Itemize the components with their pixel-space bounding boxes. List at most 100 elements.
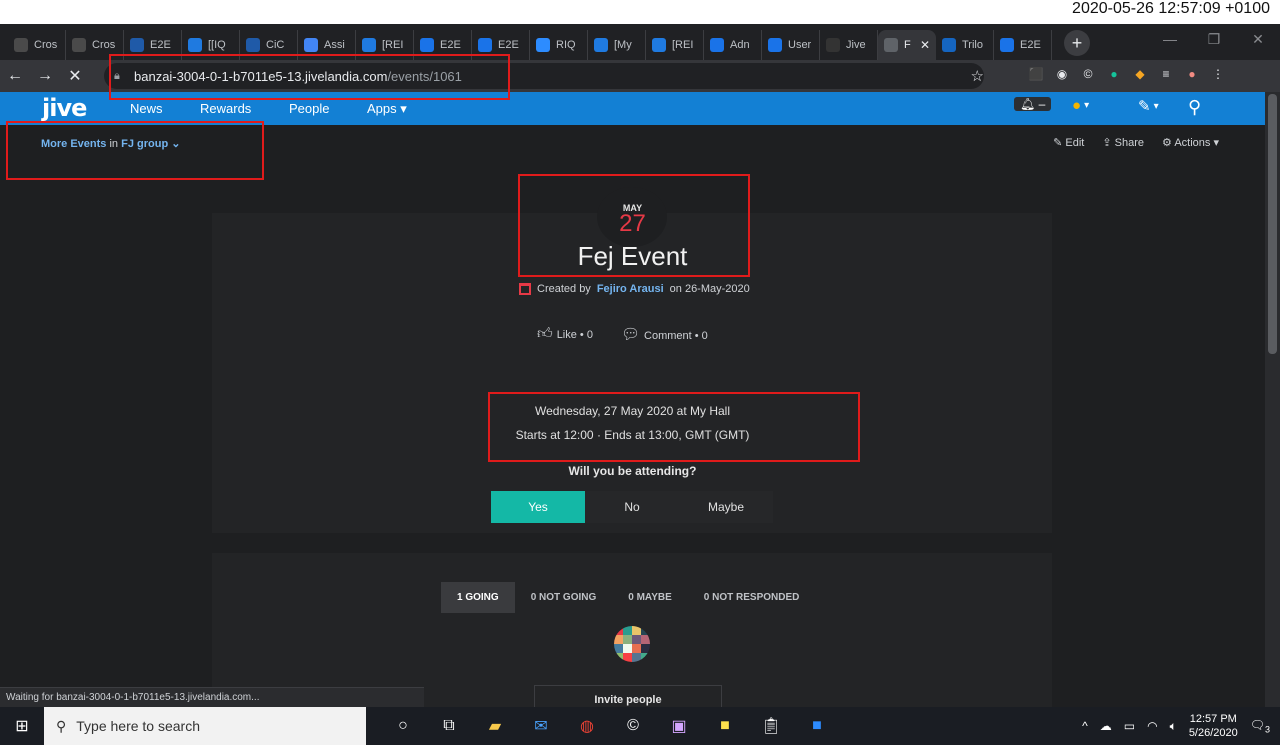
restore-icon[interactable]: ❐	[1192, 24, 1236, 54]
nav-people[interactable]: People	[289, 101, 329, 116]
attendee-avatar[interactable]	[614, 626, 650, 662]
browser-menu-icon[interactable]: ⋮	[1210, 66, 1226, 82]
author-link[interactable]: Fejiro Arausi	[597, 283, 664, 295]
browser-tab[interactable]: Cros	[8, 30, 66, 60]
share-button[interactable]: ⇪ Share	[1102, 136, 1144, 149]
zoom-icon[interactable]: ■	[794, 707, 840, 745]
browser-tab[interactable]: [My	[588, 30, 646, 60]
task-view-icon[interactable]: ⧉	[426, 707, 472, 745]
pdf-extension-icon[interactable]: ⬛	[1028, 66, 1044, 82]
highlight-title	[518, 174, 750, 277]
nav-rewards[interactable]: Rewards	[200, 101, 251, 116]
taskbar-apps: ○ ⧉ ▰ ✉ ◍ © ▣ ■ 📋︎ ■	[380, 707, 840, 745]
tab-favicon-icon	[304, 38, 318, 52]
user-menu-button[interactable]: ● ▾	[1072, 97, 1089, 114]
browser-tab[interactable]: E2E	[994, 30, 1052, 60]
rsvp-no-button[interactable]: No	[585, 491, 679, 523]
chevron-up-icon[interactable]: ^	[1082, 719, 1088, 733]
bookmark-star-icon[interactable]: ☆	[971, 67, 984, 85]
forward-icon[interactable]: →	[30, 67, 60, 85]
windows-start-icon[interactable]: ⊞	[0, 716, 44, 736]
clock-date: 5/26/2020	[1188, 727, 1238, 739]
profile-avatar-icon[interactable]: ●	[1184, 66, 1200, 82]
wifi-icon[interactable]: ◠	[1147, 719, 1157, 733]
browser-tab[interactable]: Jive	[820, 30, 878, 60]
teams-icon[interactable]: ▣	[656, 707, 702, 745]
tab-label: [[IQ	[208, 39, 226, 51]
file-explorer-icon[interactable]: ▰	[472, 707, 518, 745]
content-actions: ✎ Edit ⇪ Share ⚙ Actions ▾	[1053, 136, 1219, 149]
tab-favicon-icon	[478, 38, 492, 52]
scrollbar-thumb[interactable]	[1268, 94, 1277, 354]
rsvp-yes-button[interactable]: Yes	[491, 491, 585, 523]
tab-not-going[interactable]: 0 NOT GOING	[515, 582, 613, 613]
tab-favicon-icon	[652, 38, 666, 52]
tab-label: Cros	[34, 39, 58, 51]
tab-label: Assi	[324, 39, 345, 51]
attendance-tabs: 1 GOING 0 NOT GOING 0 MAYBE 0 NOT RESPON…	[441, 582, 815, 613]
highlight-breadcrumb	[6, 121, 264, 180]
tab-label: RIQ	[556, 39, 576, 51]
search-button[interactable]: ⚲	[1188, 97, 1201, 118]
created-by-line: Created by Fejiro Arausi on 26-May-2020	[519, 283, 750, 295]
social-actions: 👍︎ Like • 0 💬︎ Comment • 0	[537, 325, 708, 343]
tab-maybe[interactable]: 0 MAYBE	[612, 582, 688, 613]
reading-list-icon[interactable]: ≡	[1158, 66, 1174, 82]
incognito-extension-icon[interactable]: ◉	[1054, 66, 1070, 82]
tab-label: Cros	[92, 39, 116, 51]
tab-close-icon[interactable]: ✕	[920, 38, 930, 52]
new-tab-button[interactable]: +	[1064, 30, 1090, 56]
edit-icon: ✎	[1053, 137, 1063, 149]
nav-news[interactable]: News	[130, 101, 163, 116]
windows-taskbar: ⊞ ⚲ Type here to search ○ ⧉ ▰ ✉ ◍ © ▣ ■ …	[0, 707, 1280, 745]
tab-label: E2E	[498, 39, 519, 51]
battery-icon[interactable]: ▭	[1124, 719, 1135, 733]
sticky-notes-icon[interactable]: ■	[702, 707, 748, 745]
volume-icon[interactable]: 🔈︎	[1170, 719, 1177, 734]
tab-not-responded[interactable]: 0 NOT RESPONDED	[688, 582, 816, 613]
tab-favicon-icon	[826, 38, 840, 52]
highlight-datetime	[488, 392, 860, 462]
taskbar-search-input[interactable]: ⚲ Type here to search	[44, 707, 366, 745]
minimize-icon[interactable]: —	[1148, 24, 1192, 54]
rsvp-maybe-button[interactable]: Maybe	[679, 491, 773, 523]
back-icon[interactable]: ←	[0, 67, 30, 85]
system-tray: ^ ☁ ▭ ◠ 🔈︎ 12:57 PM 5/26/2020 🗨︎3	[1082, 707, 1280, 745]
notifications-button[interactable]: 🔔︎ –	[1014, 97, 1052, 111]
actions-menu-button[interactable]: ⚙ Actions ▾	[1162, 136, 1219, 149]
mail-icon[interactable]: ✉	[518, 707, 564, 745]
clipboard-app-icon[interactable]: 📋︎	[748, 707, 794, 745]
tab-favicon-icon	[14, 38, 28, 52]
comment-count: 0	[701, 330, 708, 342]
created-prefix: Created by	[537, 283, 591, 295]
like-button[interactable]: 👍︎ Like • 0	[537, 325, 593, 343]
network-icon[interactable]: ☁	[1100, 719, 1112, 733]
edit-button[interactable]: ✎ Edit	[1053, 136, 1084, 149]
tab-favicon-icon	[362, 38, 376, 52]
browser-tab[interactable]: Adn	[704, 30, 762, 60]
c-app-icon[interactable]: ©	[610, 707, 656, 745]
create-button[interactable]: ✎ ▾	[1138, 97, 1159, 115]
browser-tab[interactable]: User	[762, 30, 820, 60]
tab-going[interactable]: 1 GOING	[441, 582, 515, 613]
stop-loading-icon[interactable]: ✕	[60, 66, 90, 86]
browser-tab[interactable]: F ✕	[878, 30, 936, 60]
grammarly-icon[interactable]: ●	[1106, 66, 1122, 82]
chrome-icon[interactable]: ◍	[564, 707, 610, 745]
browser-tab[interactable]: RIQ	[530, 30, 588, 60]
browser-tab[interactable]: [REI	[646, 30, 704, 60]
c-extension-icon[interactable]: ©	[1080, 66, 1096, 82]
browser-tab[interactable]: Trilo	[936, 30, 994, 60]
jive-logo[interactable]: jive	[42, 94, 87, 122]
bell-icon: 🔔︎ –	[1014, 97, 1052, 111]
tab-favicon-icon	[72, 38, 86, 52]
invite-people-button[interactable]: Invite people	[534, 685, 722, 709]
close-window-icon[interactable]: ✕	[1236, 24, 1280, 54]
action-center-icon[interactable]: 🗨︎3	[1250, 718, 1270, 734]
taskbar-clock[interactable]: 12:57 PM 5/26/2020	[1189, 712, 1238, 740]
nav-apps[interactable]: Apps ▾	[367, 101, 407, 117]
cortana-icon[interactable]: ○	[380, 707, 426, 745]
highlight-url	[109, 54, 510, 100]
comment-button[interactable]: 💬︎ Comment • 0	[621, 325, 708, 343]
honey-extension-icon[interactable]: ◆	[1132, 66, 1148, 82]
